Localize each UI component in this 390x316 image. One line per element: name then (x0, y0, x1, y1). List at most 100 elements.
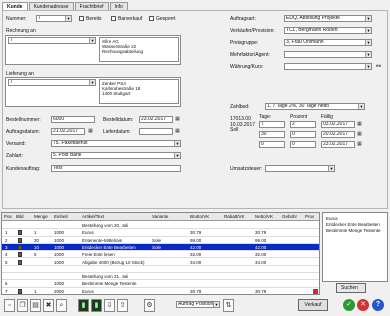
cell-menge: 1 (34, 288, 37, 294)
table-row[interactable]: 5 1000 Abgabe 4000 (Bezug 10 Stück) 34.00 34… (2, 259, 319, 266)
cell-netto: 30.79 (255, 230, 267, 236)
cell-einheit: 1000 (54, 252, 65, 258)
table-row[interactable]: 1 1 1000 Eurus 30.79 30.79 (2, 229, 319, 237)
cell-brutto: 32.00 (190, 252, 202, 258)
skonto-faellig-input[interactable]: 03.02.2017 (321, 121, 355, 128)
gesperrt-checkbox[interactable] (149, 16, 154, 21)
skonto-faellig-input[interactable]: 23.02.2017 (321, 141, 355, 148)
preisgruppe-select[interactable]: 3, Frau Ohlmann ▼ (284, 39, 372, 46)
auftragsdatum-input[interactable]: 21.02.2017 (51, 128, 85, 135)
waehrung-select[interactable]: ▼ (284, 63, 372, 70)
zahlart-select[interactable]: 5. Post Bank ▼ (51, 152, 181, 159)
verkaeufer-select[interactable]: TCL, Bergmann Robert ▼ (284, 27, 372, 34)
table-row[interactable]: 7 1 2000 Eurus 30.79 30.79 (2, 288, 319, 294)
chevron-down-icon: ▼ (174, 141, 180, 146)
nummer-value: 7 (38, 15, 41, 21)
col-header-gebuehr[interactable]: Gebühr (282, 214, 297, 219)
rechnung-select[interactable]: 7 ▼ (8, 37, 96, 44)
selection-list[interactable]: Eurus Entdecker Ente Bearbeiten Bestimmt… (322, 212, 388, 282)
help-icon[interactable]: ? (372, 299, 384, 311)
calendar-icon[interactable]: ▦ (87, 128, 94, 135)
lieferdatum-input[interactable] (139, 128, 173, 135)
table-row[interactable]: 6 1000 Bestimmte Menge Testente (2, 280, 319, 288)
table-row[interactable]: Bestellung vom 21. Juli (2, 273, 319, 281)
cell-einheit: 1000 (54, 281, 65, 287)
bestelldatum-input[interactable]: 23.02.2017 (139, 116, 173, 123)
bereits-checkbox[interactable] (79, 16, 84, 21)
lieferung-select[interactable]: 7 ▼ (8, 79, 96, 86)
zahlart-value: 5. Post Bank (53, 152, 82, 158)
table-row[interactable]: 3 10 1000 Entdecker Ente Bearbeiten Sole 42.0… (2, 243, 319, 252)
ust-select[interactable]: ▼ (265, 165, 335, 172)
col-header-prov[interactable]: Prov (305, 214, 314, 219)
cell-pos: 5 (5, 259, 8, 265)
col-header-netto[interactable]: Netto/VK (255, 214, 273, 219)
tage-label: Tage: (259, 114, 272, 120)
export-icon[interactable]: ⇧ (117, 299, 128, 312)
col-header-menge[interactable]: Menge (34, 214, 48, 219)
col-header-pos[interactable]: Pos (4, 214, 12, 219)
chevron-down-icon: ▼ (365, 40, 371, 45)
document-green-icon[interactable]: ▮ (91, 299, 102, 312)
cell-text: Eurus (82, 288, 94, 294)
chevron-down-icon: ▼ (365, 64, 371, 69)
calendar-icon[interactable]: ▦ (356, 131, 363, 138)
copy-icon[interactable]: ❐ (17, 299, 28, 312)
suchen-button[interactable]: Suchen (336, 283, 366, 293)
calendar-icon[interactable]: ▦ (356, 141, 363, 148)
auftragsdatum-label: Auftragsdatum: (6, 129, 40, 135)
document-green-icon[interactable]: ▮ (78, 299, 89, 312)
auftragsart-select[interactable]: EDQ, Abteilung Projekte ▼ (284, 15, 372, 22)
calendar-icon[interactable]: ▦ (174, 116, 181, 123)
col-header-einheit[interactable]: Einheit (54, 214, 68, 219)
preisgruppe-label: Preisgruppe: (230, 40, 259, 46)
col-header-rabatt[interactable]: Rabatt/VK (224, 214, 245, 219)
calendar-icon[interactable]: ▦ (174, 128, 181, 135)
customer-form-panel: Nummer: 7 ▼ Bereits Barverkauf Gesperrt R… (2, 10, 388, 209)
skonto-prozent-input[interactable]: 2 (290, 121, 316, 128)
table-row[interactable]: Bestellung vom 20. Juli (2, 222, 319, 230)
mehrfaktor-select[interactable]: ▼ (284, 51, 372, 58)
skonto-tage-input[interactable]: 30 (259, 131, 285, 138)
new-document-icon[interactable]: ▫ (4, 299, 15, 312)
nummer-select[interactable]: 7 ▼ (36, 15, 72, 22)
skonto-tage-input[interactable]: 0 (259, 141, 285, 148)
search-icon[interactable]: ⌕ (56, 299, 67, 312)
import-icon[interactable]: ⇩ (104, 299, 115, 312)
list-item[interactable]: Entdecker Ente Bearbeiten (326, 222, 380, 227)
kundenauftrag-input[interactable]: Test (51, 165, 181, 172)
table-row[interactable]: 2 20 1000 Entenente-Mittelrain Sole 99.00 99.0… (2, 237, 319, 244)
cell-text: Bestellung vom 20. Juli (82, 223, 129, 228)
barverkauf-checkbox[interactable] (111, 16, 116, 21)
ok-icon[interactable]: ✓ (343, 299, 355, 311)
bestellnummer-input[interactable]: 6000 (51, 116, 95, 123)
delete-icon[interactable]: ✖ (43, 299, 54, 312)
list-item[interactable]: Bestimmte Menge Testente (326, 228, 380, 233)
versand-select[interactable]: 75. Paketdienst ▼ (51, 140, 181, 147)
col-header-bild[interactable]: Bild (16, 214, 24, 219)
skonto-tage-input[interactable]: 7 (259, 121, 285, 128)
verkauf-button[interactable]: Verkauf (298, 299, 328, 311)
table-row[interactable] (2, 266, 319, 274)
cell-einheit: 1000 (54, 237, 65, 243)
col-header-brutto[interactable]: Brutto/VK (190, 214, 209, 219)
skonto-prozent-input[interactable]: 0 (290, 141, 316, 148)
calendar-icon[interactable]: ▦ (356, 121, 363, 128)
link-icon[interactable]: ⚯ (376, 64, 381, 70)
col-header-variante[interactable]: Variante (152, 214, 168, 219)
sort-icon[interactable]: ⇅ (223, 299, 234, 312)
rechnung-address[interactable]: Sfire AG Wasserstraße 22 Rechnungsabteil… (99, 37, 179, 62)
skonto-prozent-input[interactable]: 0 (290, 131, 316, 138)
col-header-artikel[interactable]: Artikel/Text (82, 214, 104, 219)
preisgruppe-value: 3, Frau Ohlmann (286, 39, 324, 45)
paste-icon[interactable]: ▤ (30, 299, 41, 312)
skonto-faellig-input[interactable]: 20.02.2017 (321, 131, 355, 138)
table-row[interactable]: 4 5 1000 Freie Ente lesen 32.00 32.00 (2, 251, 319, 259)
settings-icon[interactable]: ⚙ (144, 299, 155, 312)
zahlungsbed-select[interactable]: 1, 7 Tage 2%, 30 Tage netto ▼ (265, 103, 365, 110)
cancel-icon[interactable]: ✕ (357, 299, 369, 311)
grid-header: Pos Bild Menge Einheit Artikel/Text Vari… (2, 213, 319, 221)
lieferung-address[interactable]: Zenker PSA Karlsruhestraße 18 1400 Stutt… (99, 79, 179, 104)
list-item[interactable]: Eurus (326, 216, 338, 221)
position-mode-select[interactable]: Auftrag Positionen ▼ (176, 301, 220, 308)
